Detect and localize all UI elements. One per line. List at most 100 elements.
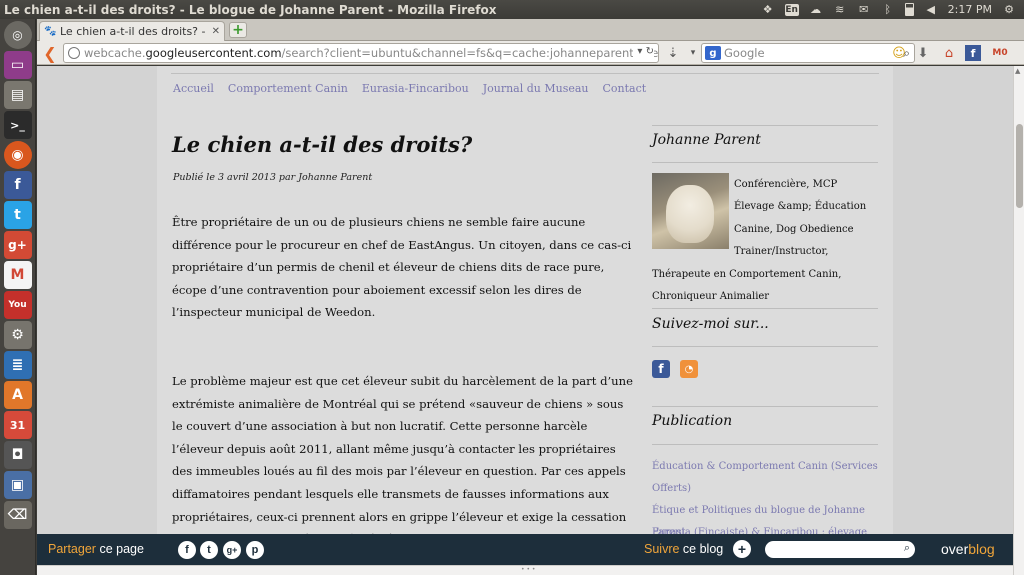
tab-current[interactable]: 🐾 Le chien a-t-il des droits? - Le b... … xyxy=(39,21,225,41)
gmail-icon[interactable]: M xyxy=(3,261,32,289)
follow-text: Suivre ce blog xyxy=(644,542,723,556)
vertical-scrollbar[interactable]: ▲ xyxy=(1013,66,1024,575)
share-twitter-icon[interactable]: t xyxy=(200,541,218,559)
brand-over: over xyxy=(941,541,969,557)
home-icon[interactable]: ⌂ xyxy=(939,43,959,63)
system-icon[interactable]: ⚙ xyxy=(3,321,32,349)
author-bio-block: Conférencière, MCP Élevage &amp; Éducati… xyxy=(652,174,878,308)
top-panel: Le chien a-t-il des droits? - Le blogue … xyxy=(0,0,1024,19)
share-pinterest-icon[interactable]: p xyxy=(246,541,264,559)
blocked-download-icon[interactable]: ⇣ xyxy=(663,43,683,63)
document-icon[interactable]: ≣ xyxy=(3,351,32,379)
page-favicon-icon: 🐾 xyxy=(44,25,57,37)
sidebar-divider xyxy=(652,346,878,347)
brand-blog: blog xyxy=(968,541,995,557)
share-facebook-icon[interactable]: f xyxy=(178,541,196,559)
tab-label: Le chien a-t-il des droits? - Le b... xyxy=(60,25,208,38)
blog-page: Accueil Comportement Canin Eurasia-Finca… xyxy=(157,66,893,575)
share-text: Partager ce page xyxy=(48,542,144,556)
ubuntu-dash-icon[interactable]: ◎ xyxy=(3,21,32,49)
blog-search-icon[interactable]: ⌕ xyxy=(904,542,910,555)
mail-icon[interactable]: ✉ xyxy=(857,3,871,16)
clock[interactable]: 2:17 PM xyxy=(948,3,992,16)
url-dropdown-icon[interactable]: ▾ ↻ xyxy=(633,46,654,57)
scrollbar-thumb[interactable] xyxy=(1016,124,1023,208)
download-arrow-icon[interactable]: ⬇ xyxy=(913,43,933,63)
twitter-icon[interactable]: t xyxy=(3,201,32,229)
url-bar[interactable]: webcache. googleusercontent.com/search?cl… xyxy=(63,43,659,63)
battery-icon[interactable] xyxy=(904,3,914,16)
follow-heading: Suivez-moi sur... xyxy=(652,316,769,332)
overblog-logo[interactable]: overblog xyxy=(941,541,995,557)
tab-bar: 🐾 Le chien a-t-il des droits? - Le b... … xyxy=(37,19,1024,41)
unity-launcher: ◎ ▭ ▤ >_ ◉ f t g+ M You ⚙ ≣ A 31 ◘ ▣ ⌫ xyxy=(0,19,36,575)
bluetooth-icon[interactable]: ᛒ xyxy=(881,3,895,16)
navigation-toolbar: ❮ webcache. googleusercontent.com/search?… xyxy=(37,41,1024,65)
search-placeholder: Google xyxy=(724,46,765,60)
sidebar-divider xyxy=(652,308,878,309)
url-path: /search?client=ubuntu&channel=fs&q=cache… xyxy=(281,46,659,60)
sidebar-divider xyxy=(652,162,878,163)
post-paragraph: Être propriétaire de un ou de plusieurs … xyxy=(172,215,632,320)
software-center-icon[interactable]: A xyxy=(3,381,32,409)
camera-icon[interactable]: ◘ xyxy=(3,441,32,469)
follow-rest: ce blog xyxy=(682,542,724,556)
follow-plus-button[interactable]: + xyxy=(733,540,751,558)
facebook-toolbar-icon[interactable]: f xyxy=(965,45,981,61)
post-meta: Publié le 3 avril 2013 par Johanne Paren… xyxy=(173,172,373,183)
dropdown-chevron-icon[interactable]: ▾ xyxy=(683,43,703,63)
dropbox-icon[interactable]: ❖ xyxy=(761,3,775,16)
system-tray: ❖ En ☁ ≋ ✉ ᛒ ◀ 2:17 PM ⚙ xyxy=(761,3,1024,16)
wifi-icon[interactable]: ≋ xyxy=(833,3,847,16)
nav-link-accueil[interactable]: Accueil xyxy=(173,82,214,95)
facebook-icon[interactable]: f xyxy=(3,171,32,199)
follow-label: Suivre xyxy=(644,542,680,556)
terminal-icon[interactable]: >_ xyxy=(3,111,32,139)
cloud-icon[interactable]: ☁ xyxy=(809,3,823,16)
nav-divider xyxy=(171,73,879,74)
sidebar-divider xyxy=(652,125,878,126)
facebook-follow-icon[interactable]: f xyxy=(652,360,670,378)
publication-link[interactable]: Éducation & Comportement Canin (Services… xyxy=(652,456,878,500)
globe-icon xyxy=(68,47,80,59)
calendar-icon[interactable]: 31 xyxy=(3,411,32,439)
gmail-notifier-icon[interactable]: M0 xyxy=(987,43,1013,63)
keyboard-layout-indicator[interactable]: En xyxy=(784,3,799,16)
screenshot-icon[interactable]: ▣ xyxy=(3,471,32,499)
back-arrow-icon[interactable]: ❮ xyxy=(41,44,59,63)
share-rest: ce page xyxy=(99,542,144,556)
author-heading: Johanne Parent xyxy=(652,132,761,148)
sidebar-divider xyxy=(652,406,878,407)
publication-heading: Publication xyxy=(652,413,733,429)
google-plus-icon[interactable]: g+ xyxy=(3,231,32,259)
share-label: Partager xyxy=(48,542,96,556)
search-bar[interactable]: g Google ⌕ xyxy=(701,43,915,63)
close-tab-icon[interactable]: ✕ xyxy=(212,26,220,37)
blog-search-input[interactable]: ⌕ xyxy=(765,541,915,558)
rss-follow-icon[interactable]: ◔ xyxy=(680,360,698,378)
horizontal-scroll-strip: • • • xyxy=(37,565,1013,575)
window-title: Le chien a-t-il des droits? - Le blogue … xyxy=(4,2,497,17)
share-google-plus-icon[interactable]: g+ xyxy=(223,541,241,559)
files-icon[interactable]: ▤ xyxy=(3,81,32,109)
page-viewport: Accueil Comportement Canin Eurasia-Finca… xyxy=(37,66,1013,575)
gmail-count: 0 xyxy=(1001,48,1008,58)
google-engine-icon[interactable]: g xyxy=(705,46,721,60)
resize-grip-icon: • • • xyxy=(521,566,536,573)
trash-icon[interactable]: ⌫ xyxy=(3,501,32,529)
power-gear-icon[interactable]: ⚙ xyxy=(1002,3,1016,16)
volume-icon[interactable]: ◀ xyxy=(924,3,938,16)
url-host: googleusercontent.com xyxy=(145,46,282,60)
workspace-icon[interactable]: ▭ xyxy=(3,51,32,79)
scroll-up-icon[interactable]: ▲ xyxy=(1015,67,1020,75)
nav-link-eurasia[interactable]: Eurasia-Fincaribou xyxy=(362,82,469,95)
post-title: Le chien a-t-il des droits? xyxy=(172,132,473,157)
nav-link-comportement[interactable]: Comportement Canin xyxy=(228,82,348,95)
youtube-icon[interactable]: You xyxy=(3,291,32,319)
new-tab-button[interactable]: + xyxy=(229,22,247,38)
url-prefix: webcache. xyxy=(84,46,146,60)
nav-link-journal[interactable]: Journal du Museau xyxy=(483,82,589,95)
nav-link-contact[interactable]: Contact xyxy=(603,82,647,95)
emoticon-icon[interactable]: ☺ xyxy=(889,43,909,63)
firefox-icon[interactable]: ◉ xyxy=(3,141,32,169)
